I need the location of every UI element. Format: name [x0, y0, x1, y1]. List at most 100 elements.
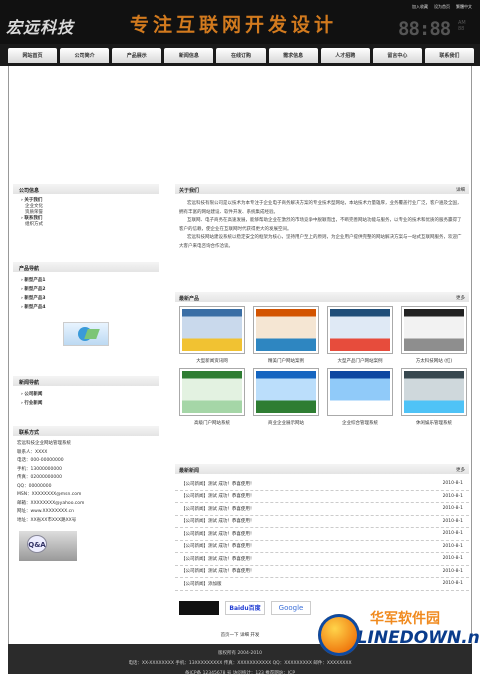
products-header: 最新产品 更多 [175, 292, 469, 302]
product-thumbnail[interactable] [327, 306, 393, 354]
news-row[interactable]: 【公司新闻】测试 成功！恭喜使用！ 2010-8-1 [175, 528, 469, 541]
nav-news[interactable]: 新闻信息 [164, 48, 214, 63]
product-thumbnail-image [404, 309, 464, 351]
about-text: 宏远科技有限公司是以技术为本专注于企业电子商务解决方案的专业技术型网站，本站技术… [175, 194, 469, 257]
news-date: 2010-8-1 [442, 493, 463, 499]
sidebar-company-title: 公司信息 [13, 184, 159, 194]
service-icon [63, 322, 109, 346]
news-link[interactable]: 【公司新闻】测试 成功！恭喜使用！ [181, 543, 254, 549]
product-thumbnail-image [404, 371, 464, 413]
traditional-chinese-link[interactable]: 繁體中文 [456, 4, 472, 10]
product-card[interactable]: 企业综合管理系统 [325, 368, 395, 426]
sidebar-product-4[interactable]: 新型产品4 [21, 303, 151, 312]
sidebar-item-organization[interactable]: 组织方式 [21, 222, 151, 228]
partner-baidu-logo[interactable]: Baidu百度 [225, 600, 265, 615]
product-thumbnail-image [330, 371, 390, 413]
product-thumbnail[interactable] [401, 368, 467, 416]
nav-contact[interactable]: 联系我们 [424, 48, 474, 63]
nav-demand[interactable]: 需求信息 [268, 48, 318, 63]
sidebar-products: 产品导航 新型产品1 新型产品2 新型产品3 新型产品4 [13, 262, 159, 346]
product-thumbnail-image [256, 371, 316, 413]
footer-stats: 备ICP备 12345678 号 访问统计：123 推荐网站：ICP [184, 671, 296, 676]
contact-line: 传真：02000000000 [17, 475, 62, 480]
product-label[interactable]: 休闲娱乐管理系统 [399, 420, 469, 426]
news-link[interactable]: 【公司新闻】测试 成功！恭喜使用！ [181, 531, 254, 537]
product-thumbnail[interactable] [327, 368, 393, 416]
site-slogan: 专注互联网开发设计 [130, 14, 338, 36]
about-header: 关于我们 详细 [175, 184, 469, 194]
news-date: 2010-8-1 [442, 481, 463, 487]
product-card[interactable]: 高级门户网站系统 [177, 368, 247, 426]
product-label[interactable]: 商业企业展示网站 [251, 420, 321, 426]
product-card[interactable]: 大型新闻资讯网 [177, 306, 247, 364]
news-row[interactable]: 【公司新闻】测试 成功！恭喜使用！ 2010-8-1 [175, 503, 469, 516]
news-row[interactable]: 【公司新闻】添加版 2010-8-1 [175, 578, 469, 591]
product-card[interactable]: 商业企业展示网站 [251, 368, 321, 426]
news-row[interactable]: 【公司新闻】测试 成功！恭喜使用！ 2010-8-1 [175, 553, 469, 566]
site-logo[interactable]: 宏远科技 [6, 14, 74, 38]
product-thumbnail[interactable] [179, 306, 245, 354]
news-row[interactable]: 【公司新闻】测试 成功！恭喜使用！ 2010-8-1 [175, 516, 469, 528]
news-link[interactable]: 【公司新闻】测试 成功！恭喜使用！ [181, 506, 254, 512]
news-date: 2010-8-1 [442, 506, 463, 512]
partner-logo-dark[interactable] [179, 600, 219, 615]
product-label[interactable]: 企业综合管理系统 [325, 420, 395, 426]
product-thumbnail-image [182, 371, 242, 413]
products-title: 最新产品 [179, 296, 200, 302]
sidebar-product-2[interactable]: 新型产品2 [21, 285, 151, 294]
news-date: 2010-8-1 [442, 543, 463, 549]
news-section: 最新新闻 更多 【公司新闻】测试 成功！恭喜使用！ 2010-8-1 【公司新闻】… [175, 464, 469, 615]
product-card[interactable]: 大型产品门户网站案例 [325, 306, 395, 364]
product-thumbnail[interactable] [401, 306, 467, 354]
product-card[interactable]: 精美门户网站案例 [251, 306, 321, 364]
news-row[interactable]: 【公司新闻】测试 成功！恭喜使用！ 2010-8-1 [175, 478, 469, 491]
sidebar-company-list: 关于我们 企业文化 资质荣誉 联系我们 组织方式 [13, 194, 159, 232]
nav-jobs[interactable]: 人才招聘 [320, 48, 370, 63]
product-thumbnail[interactable] [253, 306, 319, 354]
news-link[interactable]: 【公司新闻】测试 成功！恭喜使用！ [181, 518, 254, 524]
product-card[interactable]: 方太科技网站 (红) [399, 306, 469, 364]
news-row[interactable]: 【公司新闻】测试 成功！恭喜使用！ 2010-8-1 [175, 491, 469, 503]
news-link[interactable]: 【公司新闻】测试 成功！恭喜使用！ [181, 568, 254, 574]
product-card[interactable]: 休闲娱乐管理系统 [399, 368, 469, 426]
watermark-top-text: 华军软件园 [370, 611, 440, 627]
product-label[interactable]: 高级门户网站系统 [177, 420, 247, 426]
news-list: 【公司新闻】测试 成功！恭喜使用！ 2010-8-1 【公司新闻】测试 成功！恭喜… [175, 474, 469, 591]
news-link[interactable]: 【公司新闻】添加版 [181, 581, 222, 587]
product-thumbnail[interactable] [253, 368, 319, 416]
products-more-link[interactable]: 更多 [456, 295, 465, 301]
news-row[interactable]: 【公司新闻】测试 成功！恭喜使用！ 2010-8-1 [175, 541, 469, 553]
product-label[interactable]: 方太科技网站 (红) [399, 358, 469, 364]
qa-icon: Q&A [19, 531, 77, 561]
sidebar-news-company[interactable]: 公司新闻 [21, 390, 151, 399]
contact-line: 电话：000-00000000 [17, 458, 64, 463]
about-paragraph: 宏远科技有限公司是以技术为本专注于企业电子商务解决方案的专业技术型网站，本站技术… [179, 201, 462, 215]
add-favorite-link[interactable]: 加入收藏 [412, 4, 428, 10]
news-row[interactable]: 【公司新闻】测试 成功！恭喜使用！ 2010-8-1 [175, 566, 469, 578]
nav-order[interactable]: 在线订购 [216, 48, 266, 63]
product-label[interactable]: 大型产品门户网站案例 [325, 358, 395, 364]
product-thumbnail-image [330, 309, 390, 351]
product-label[interactable]: 精美门户网站案例 [251, 358, 321, 364]
sidebar-news-industry[interactable]: 行业新闻 [21, 399, 151, 408]
nav-guestbook[interactable]: 留言中心 [372, 48, 422, 63]
news-date: 2010-8-1 [442, 581, 463, 587]
sidebar-product-3[interactable]: 新型产品3 [21, 294, 151, 303]
contact-line: 网址：www.XXXXXXXX.cn [17, 509, 74, 514]
news-header: 最新新闻 更多 [175, 464, 469, 474]
news-link[interactable]: 【公司新闻】测试 成功！恭喜使用！ [181, 556, 254, 562]
sidebar-product-1[interactable]: 新型产品1 [21, 276, 151, 285]
product-thumbnail[interactable] [179, 368, 245, 416]
news-link[interactable]: 【公司新闻】测试 成功！恭喜使用！ [181, 493, 254, 499]
watermark-globe-icon [318, 614, 360, 656]
nav-about[interactable]: 公司简介 [60, 48, 110, 63]
set-homepage-link[interactable]: 设为首页 [434, 4, 450, 10]
contact-line: 邮箱：XXXXXXXX@yahoo.com [17, 500, 85, 506]
about-more-link[interactable]: 详细 [456, 187, 465, 193]
news-more-link[interactable]: 更多 [456, 467, 465, 473]
partner-google-logo[interactable]: Google [271, 600, 311, 615]
product-label[interactable]: 大型新闻资讯网 [177, 358, 247, 364]
nav-home[interactable]: 网站首页 [8, 48, 58, 63]
nav-products[interactable]: 产品展示 [112, 48, 162, 63]
news-link[interactable]: 【公司新闻】测试 成功！恭喜使用！ [181, 481, 254, 487]
